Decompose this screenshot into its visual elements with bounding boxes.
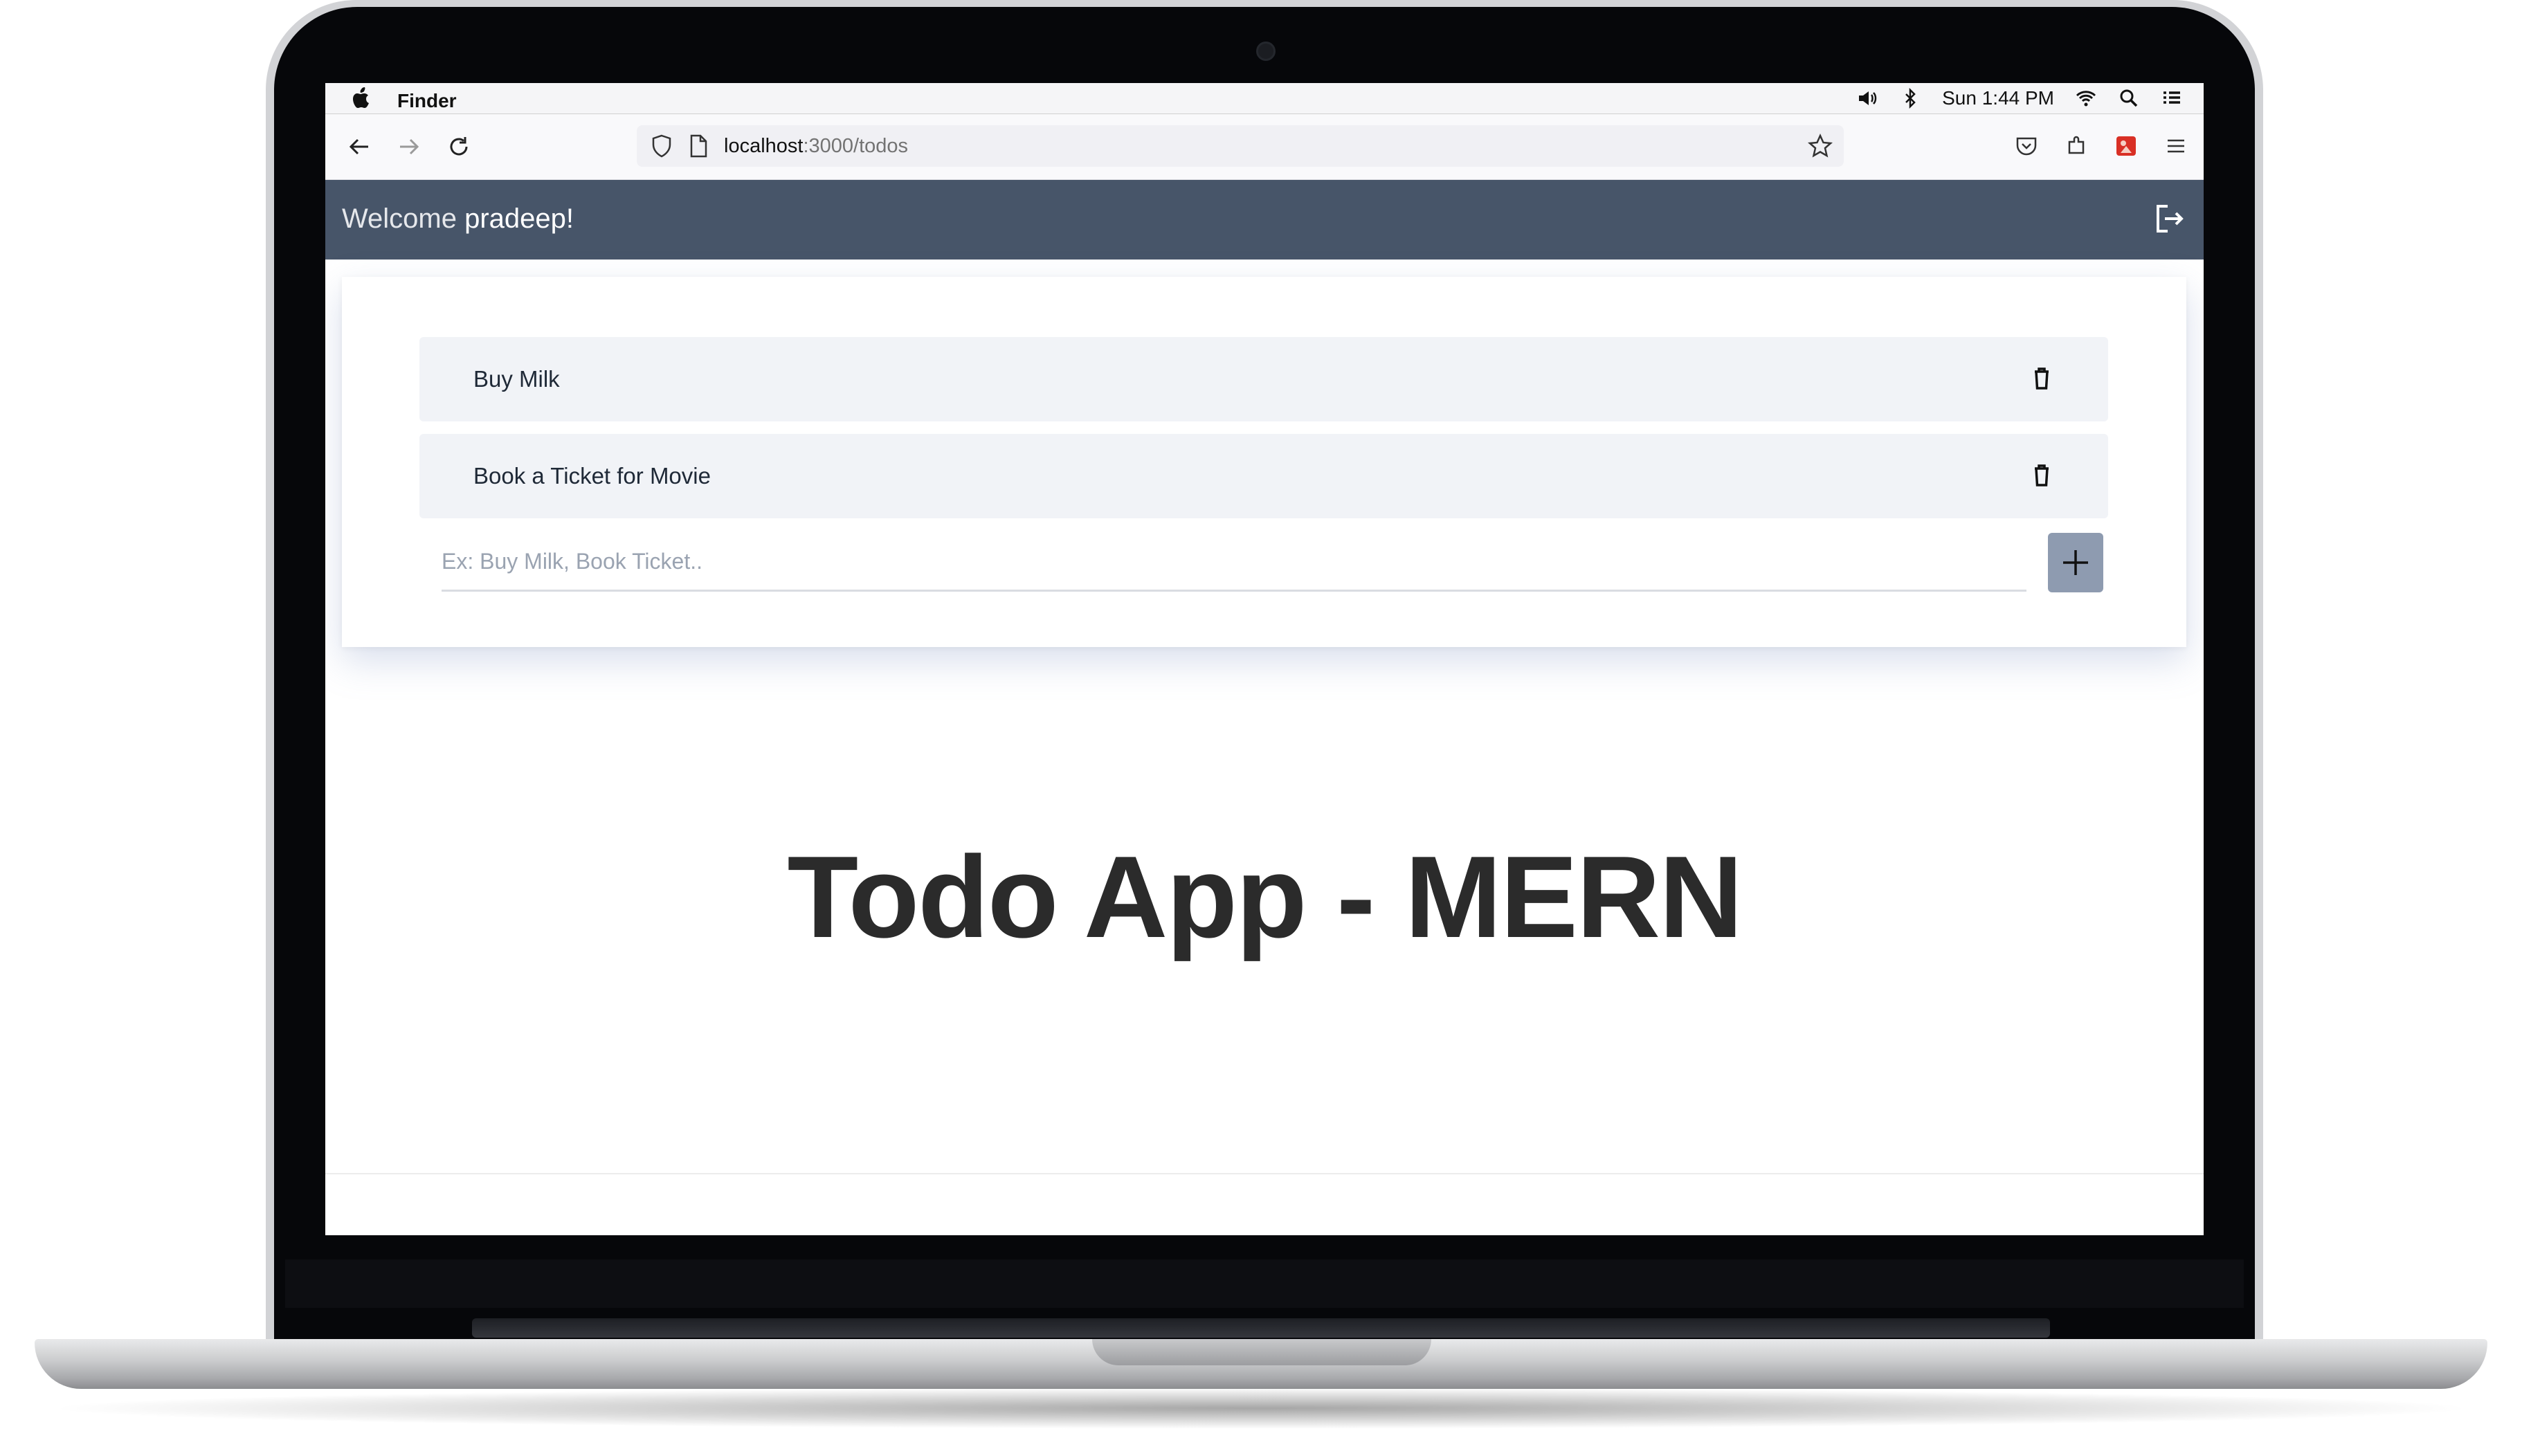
url-bar[interactable]: localhost:3000/todos — [637, 125, 1844, 167]
extensions-icon[interactable] — [2062, 132, 2090, 160]
url-path: :3000/todos — [803, 135, 909, 157]
menubar-app-name[interactable]: Finder — [397, 90, 457, 112]
trash-icon[interactable] — [2031, 366, 2053, 391]
apple-icon[interactable] — [352, 87, 372, 114]
camera — [1256, 42, 1276, 61]
todo-item[interactable]: Buy Milk — [419, 337, 2108, 421]
browser-toolbar: localhost:3000/todos — [325, 114, 2204, 180]
new-todo-input[interactable] — [442, 533, 2026, 592]
spotlight-icon[interactable] — [2118, 87, 2140, 109]
todo-card: Buy Milk Book a Ticket for Movie — [342, 277, 2186, 647]
hamburger-menu-icon[interactable] — [2162, 132, 2190, 160]
plus-icon — [2063, 550, 2088, 575]
laptop-chin — [285, 1259, 2244, 1308]
logout-icon[interactable] — [2151, 201, 2187, 237]
menubar-clock[interactable]: Sun 1:44 PM — [1942, 87, 2054, 109]
bluetooth-icon[interactable] — [1899, 87, 1921, 109]
todo-item[interactable]: Book a Ticket for Movie — [419, 434, 2108, 518]
hinge-groove — [472, 1318, 2050, 1338]
app-header: Welcome pradeep! — [325, 180, 2204, 260]
star-icon[interactable] — [1806, 132, 1834, 160]
screen-footer — [325, 1173, 2204, 1235]
volume-icon[interactable] — [1856, 87, 1878, 109]
forward-arrow-icon[interactable] — [394, 132, 424, 161]
welcome-message: Welcome pradeep! — [342, 203, 574, 235]
back-arrow-icon[interactable] — [345, 132, 374, 161]
url-host: localhost — [724, 135, 804, 157]
username: pradeep! — [464, 203, 574, 234]
trash-icon[interactable] — [2031, 463, 2053, 488]
pocket-icon[interactable] — [2013, 132, 2040, 160]
screen: Finder Sun 1:44 PM localhost:3000/todos … — [325, 83, 2204, 1235]
laptop-shadow — [42, 1387, 2480, 1429]
control-center-icon[interactable] — [2161, 87, 2183, 109]
welcome-prefix: Welcome — [342, 203, 457, 234]
laptop-hinge — [1092, 1339, 1431, 1365]
macos-menubar: Finder Sun 1:44 PM — [325, 83, 2204, 114]
wifi-icon[interactable] — [2075, 87, 2097, 109]
url-text[interactable]: localhost:3000/todos — [724, 135, 908, 158]
todo-text: Book a Ticket for Movie — [473, 463, 711, 489]
app-title: Todo App - MERN — [787, 832, 1743, 962]
shield-icon[interactable] — [649, 134, 674, 158]
add-todo-button[interactable] — [2048, 533, 2103, 592]
todo-text: Buy Milk — [473, 366, 560, 392]
addon-icon[interactable] — [2112, 132, 2140, 160]
reload-icon[interactable] — [444, 132, 473, 161]
page-icon[interactable] — [687, 134, 710, 158]
